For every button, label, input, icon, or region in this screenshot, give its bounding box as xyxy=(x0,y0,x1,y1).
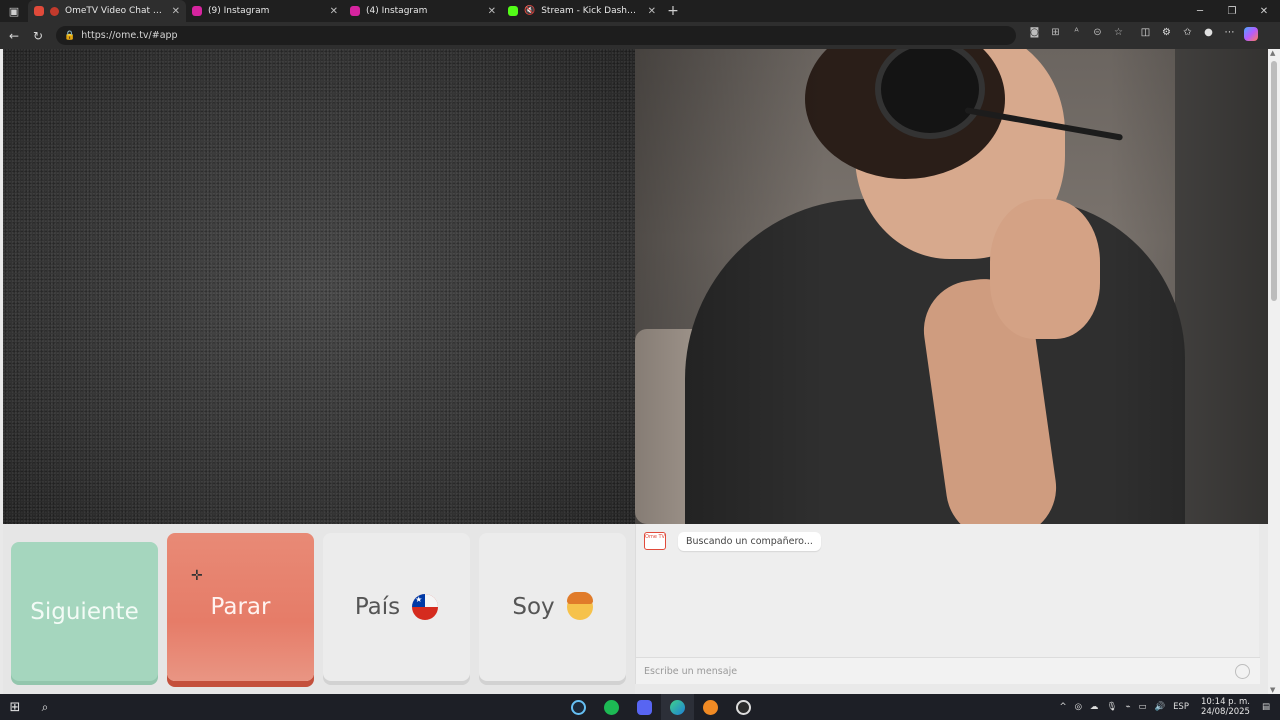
ometv-favicon-icon xyxy=(50,6,59,16)
notifications-icon[interactable]: ▤ xyxy=(1262,702,1270,712)
new-tab-button[interactable]: + xyxy=(662,3,684,19)
clock[interactable]: 10:14 p. m. 24/08/2025 xyxy=(1201,697,1250,717)
close-icon[interactable]: ✕ xyxy=(172,6,180,17)
windows-taskbar: ⊞ ⌕ ^ ◎ ☁ 🎙 ⌁ ▭ 🔊 ESP 10:14 p. m. 24/08/… xyxy=(0,694,1280,720)
kick-icon xyxy=(508,6,518,16)
instagram-icon xyxy=(350,6,360,16)
volume-icon[interactable]: 🔊 xyxy=(1154,702,1165,712)
windows-start-icon[interactable]: ⊞ xyxy=(0,700,30,715)
lock-icon: 🔒 xyxy=(64,30,76,41)
spotify-icon[interactable] xyxy=(595,694,628,720)
tray-chevron-icon[interactable]: ^ xyxy=(1059,702,1066,712)
country-button-label: País xyxy=(354,594,401,620)
address-bar-actions: ◙ ⊞ ᴬ ⊝ ☆ ◫ ⚙ ✩ ● ⋯ xyxy=(1024,27,1261,44)
tab-title: (9) Instagram xyxy=(208,6,270,16)
chat-panel: Ome TV Buscando un compañero... Escribe … xyxy=(635,524,1260,684)
close-window-icon[interactable]: ✕ xyxy=(1248,6,1280,17)
stop-button-label: Parar xyxy=(210,594,271,620)
usb-icon[interactable]: ⌁ xyxy=(1125,702,1130,712)
next-button-label: Siguiente xyxy=(30,598,139,625)
address-bar: ← ↻ 🔒 https://ome.tv/#app ◙ ⊞ ᴬ ⊝ ☆ ◫ ⚙ … xyxy=(0,22,1280,49)
tab-title: (4) Instagram xyxy=(366,6,428,16)
instagram-icon xyxy=(192,6,202,16)
close-icon[interactable]: ✕ xyxy=(648,6,656,17)
minimize-icon[interactable]: ─ xyxy=(1184,6,1216,17)
close-icon[interactable]: ✕ xyxy=(330,6,338,17)
tracking-prevention-icon[interactable]: ⊝ xyxy=(1087,27,1108,44)
stop-button[interactable]: Parar xyxy=(167,533,314,681)
onedrive-icon[interactable]: ☁ xyxy=(1090,702,1099,712)
gender-button-label: Soy xyxy=(512,594,555,620)
scroll-thumb[interactable] xyxy=(1271,61,1277,301)
record-icon xyxy=(34,6,44,16)
network-icon[interactable]: ▭ xyxy=(1138,702,1146,712)
split-screen-icon[interactable]: ◫ xyxy=(1135,27,1156,44)
boy-face-icon xyxy=(566,592,593,620)
browser-tab-bar: ▣ OmeTV Video Chat — Ome... ✕ (9) Instag… xyxy=(0,0,1280,22)
ometv-app: Siguiente Parar País ★ Soy Ome TV Buscan… xyxy=(0,49,1280,694)
edge-icon[interactable] xyxy=(661,694,694,720)
chat-controls: Siguiente Parar País ★ Soy xyxy=(3,524,635,694)
search-icon[interactable]: ⌕ xyxy=(30,700,60,715)
close-icon[interactable]: ✕ xyxy=(488,6,496,17)
move-cursor-icon: ✛ xyxy=(191,568,203,584)
tab-ometv[interactable]: OmeTV Video Chat — Ome... ✕ xyxy=(28,0,186,22)
app-available-icon[interactable]: ⊞ xyxy=(1045,27,1066,44)
copilot-icon[interactable] xyxy=(1240,27,1261,44)
tab-title: OmeTV Video Chat — Ome... xyxy=(65,6,166,16)
next-button[interactable]: Siguiente xyxy=(11,542,158,681)
discord-icon[interactable] xyxy=(628,694,661,720)
gender-button[interactable]: Soy xyxy=(479,533,626,681)
tab-instagram-4[interactable]: (4) Instagram ✕ xyxy=(344,0,502,22)
language-indicator[interactable]: ESP xyxy=(1173,702,1189,712)
more-options-icon[interactable]: ⋯ xyxy=(1219,27,1240,44)
back-icon[interactable]: ← xyxy=(2,29,26,43)
taskbar-apps xyxy=(562,694,760,720)
scroll-up-icon[interactable]: ▲ xyxy=(1270,49,1275,57)
country-button[interactable]: País ★ xyxy=(323,533,470,681)
tab-kick-dashboard[interactable]: 🔇 Stream - Kick Dashboard ✕ xyxy=(502,0,662,22)
window-controls: ─ ❐ ✕ xyxy=(1184,6,1280,17)
emoji-picker-icon[interactable] xyxy=(1235,663,1250,679)
chile-flag-icon: ★ xyxy=(412,594,439,620)
partner-video-static xyxy=(3,49,635,524)
message-input[interactable]: Escribe un mensaje xyxy=(636,657,1260,684)
tray-app-icon[interactable]: ◎ xyxy=(1075,702,1082,712)
fl-studio-icon[interactable] xyxy=(694,694,727,720)
url-text: https://ome.tv/#app xyxy=(81,30,178,41)
scroll-down-icon[interactable]: ▼ xyxy=(1270,686,1275,694)
clock-time: 10:14 p. m. xyxy=(1200,697,1250,707)
message-placeholder: Escribe un mensaje xyxy=(644,665,738,677)
obs-icon[interactable] xyxy=(727,694,760,720)
profile-avatar-icon[interactable]: ● xyxy=(1198,27,1219,44)
url-input[interactable]: 🔒 https://ome.tv/#app xyxy=(56,26,1016,45)
system-tray: ^ ◎ ☁ 🎙 ⌁ ▭ 🔊 ESP 10:14 p. m. 24/08/2025… xyxy=(1055,697,1280,717)
read-aloud-icon[interactable]: ᴬ xyxy=(1066,27,1087,44)
video-shading xyxy=(635,49,1268,524)
steam-icon[interactable] xyxy=(562,694,595,720)
camera-icon[interactable]: ◙ xyxy=(1024,27,1045,44)
tab-title: Stream - Kick Dashboard xyxy=(541,6,641,16)
page-scrollbar[interactable]: ▲ ▼ xyxy=(1268,49,1280,694)
restore-icon[interactable]: ❐ xyxy=(1216,6,1248,17)
refresh-icon[interactable]: ↻ xyxy=(26,29,50,43)
chat-status-message: Buscando un compañero... xyxy=(678,532,821,551)
tab-instagram-9[interactable]: (9) Instagram ✕ xyxy=(186,0,344,22)
workspaces-icon[interactable]: ▣ xyxy=(0,0,28,22)
extensions-icon[interactable]: ⚙ xyxy=(1156,27,1177,44)
muted-speaker-icon[interactable]: 🔇 xyxy=(524,6,535,16)
favorite-star-icon[interactable]: ☆ xyxy=(1108,27,1129,44)
ometv-logo-icon: Ome TV xyxy=(644,532,666,550)
favorites-icon[interactable]: ✩ xyxy=(1177,27,1198,44)
clock-date: 24/08/2025 xyxy=(1200,707,1250,717)
self-camera-video xyxy=(635,49,1268,524)
microphone-icon[interactable]: 🎙 xyxy=(1107,702,1118,712)
